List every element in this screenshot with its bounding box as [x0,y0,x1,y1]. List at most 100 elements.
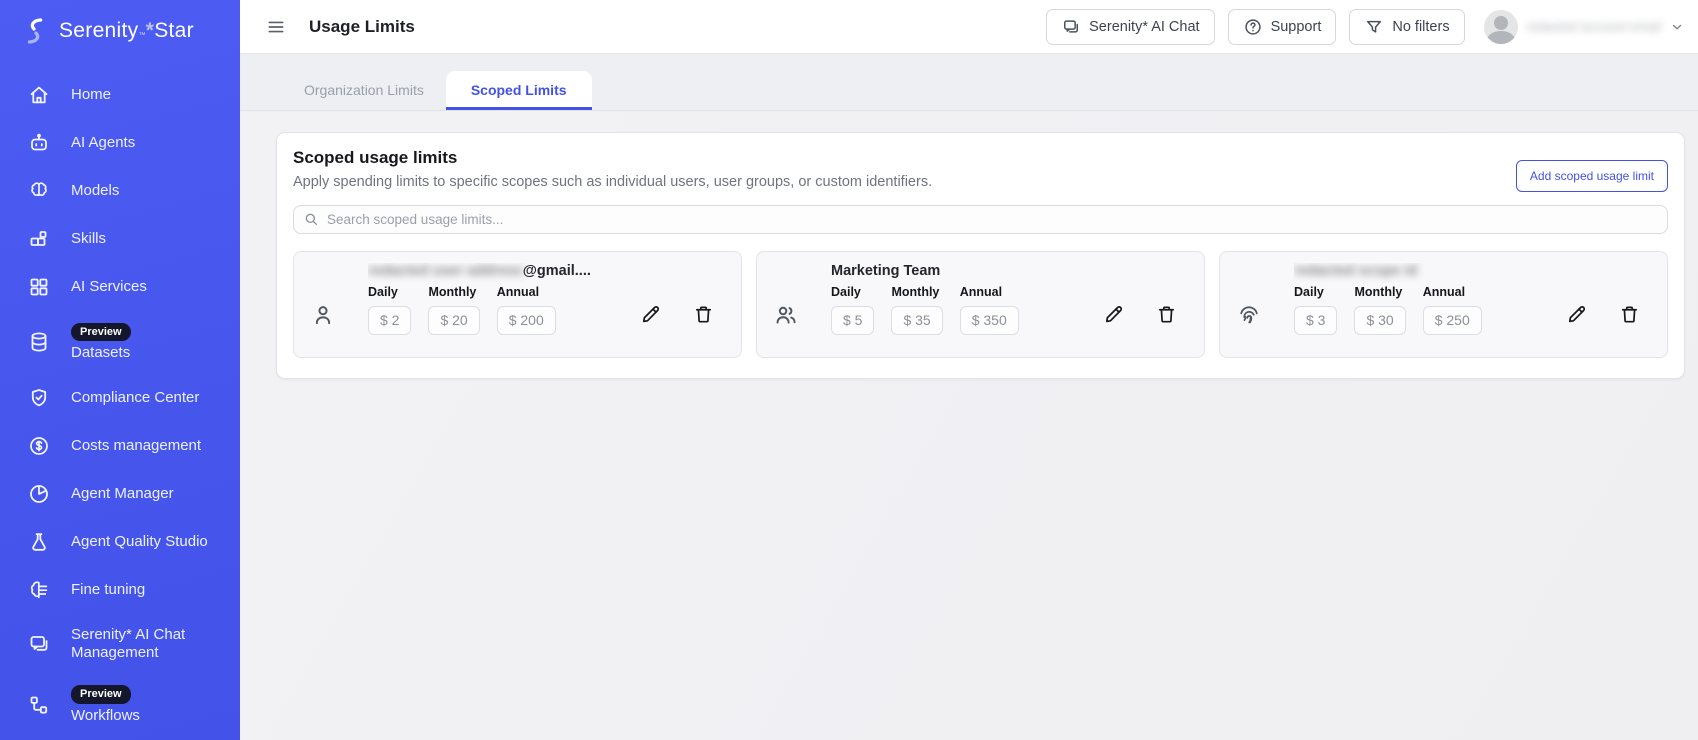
fine-tune-icon [30,581,48,599]
panel-header: Scoped usage limits Apply spending limit… [293,148,1668,192]
annual-limit-value: $ 350 [959,306,1019,335]
sidebar-item-models[interactable]: Models [0,167,240,215]
sidebar-item-ai-services[interactable]: AI Services [0,263,240,311]
daily-label: Daily [831,285,861,299]
pencil-icon [1105,305,1123,323]
search-bar [293,205,1668,234]
daily-label: Daily [368,285,398,299]
sidebar-item-fine-tuning[interactable]: Fine tuning [0,566,240,614]
tab-strip: Organization Limits Scoped Limits [240,54,1698,111]
users-icon [776,306,796,324]
sidebar-item-label: AI Agents [71,134,136,152]
scope-title: redacted user address@gmail.... [368,263,591,279]
sidebar-item-label: AI Services [71,278,147,296]
avatar [1483,9,1518,44]
top-header: Usage Limits Serenity* AI Chat Support N… [240,0,1698,54]
sidebar-item-agent-manager[interactable]: Agent Manager [0,470,240,518]
scoped-limit-card-user: redacted user address@gmail.... Daily $ … [293,251,742,358]
button-label: Support [1270,18,1322,35]
daily-limit-value: $ 2 [368,306,412,335]
monthly-limit-value: $ 35 [891,306,943,335]
user-email-redacted: redacted account email [1526,19,1661,34]
scope-title: redacted scope id [1294,263,1653,283]
trash-icon [1158,306,1175,323]
chat-icon [1064,19,1079,33]
menu-toggle-icon[interactable] [266,17,286,37]
content-area: Scoped usage limits Apply spending limit… [240,112,1698,740]
sidebar-item-skills[interactable]: Skills [0,215,240,263]
monthly-label: Monthly [428,285,477,299]
delete-button[interactable] [692,303,715,329]
sidebar-item-label: Fine tuning [71,581,146,599]
user-menu[interactable]: redacted account email [1483,9,1684,44]
sidebar-item-costs-management[interactable]: Costs management [0,422,240,470]
sidebar: Serenity™*Star Home AI Agents Models Ski… [0,0,240,740]
delete-button[interactable] [1155,303,1178,329]
panel-title: Scoped usage limits [293,148,458,167]
preview-badge: Preview [71,323,131,342]
serenity-ai-chat-button[interactable]: Serenity* AI Chat [1046,8,1215,45]
sidebar-item-ai-agents[interactable]: AI Agents [0,119,240,167]
daily-limit-value: $ 5 [831,306,875,335]
annual-label: Annual [1422,285,1466,299]
support-button[interactable]: Support [1227,8,1337,45]
sidebar-item-compliance-center[interactable]: Compliance Center [0,374,240,422]
pencil-icon [642,305,660,323]
edit-button[interactable] [1565,303,1588,329]
sidebar-item-label: Agent Quality Studio [71,533,208,551]
annual-label: Annual [959,285,1003,299]
edit-button[interactable] [639,303,662,329]
search-input[interactable] [293,205,1668,234]
sidebar-item-home[interactable]: Home [0,71,240,119]
sidebar-item-label: Skills [71,230,107,248]
button-label: Serenity* AI Chat [1089,18,1200,35]
sidebar-item-workflows[interactable]: Preview Workflows [0,673,240,736]
delete-button[interactable] [1618,303,1641,329]
tab-scoped-limits[interactable]: Scoped Limits [445,71,592,110]
sidebar-item-label: Workflows [71,706,140,724]
dollar-circle-icon [30,437,48,455]
tab-organization-limits[interactable]: Organization Limits [282,71,446,110]
sidebar-item-label: Costs management [71,437,202,455]
serenity-star-logo-icon [27,18,43,44]
scope-title-redacted: redacted scope id [1294,263,1418,279]
skills-icon [30,231,47,246]
page-title: Usage Limits [309,16,415,36]
pie-chart-icon [30,485,48,503]
annual-label: Annual [496,285,540,299]
edit-button[interactable] [1102,303,1125,329]
scoped-limit-cards: redacted user address@gmail.... Daily $ … [293,251,1668,358]
home-icon [30,86,48,104]
preview-badge: Preview [71,685,131,704]
sidebar-item-serenity-ai-chat-management[interactable]: Serenity* AI Chat Management [0,614,240,673]
brand-logo[interactable]: Serenity™*Star [0,0,240,55]
header-actions: Serenity* AI Chat Support No filters red… [1046,8,1684,45]
annual-limit-value: $ 250 [1422,306,1482,335]
filters-button[interactable]: No filters [1349,8,1465,45]
sidebar-item-label: Serenity* AI Chat Management [71,625,186,661]
grid-icon [30,278,48,296]
monthly-label: Monthly [891,285,940,299]
sidebar-item-agent-quality-studio[interactable]: Agent Quality Studio [0,518,240,566]
chat-icon [30,635,48,651]
sidebar-item-label: Agent Manager [71,485,174,503]
daily-limit-value: $ 3 [1294,306,1338,335]
scope-title: Marketing Team [831,263,941,279]
sidebar-item-datasets[interactable]: Preview Datasets [0,311,240,374]
scoped-limit-card-marketing-team: Marketing Team Daily $ 5 Monthly $ 35 An… [756,251,1205,358]
sidebar-item-label: Compliance Center [71,389,200,407]
annual-limit-value: $ 200 [496,306,556,335]
daily-label: Daily [1294,285,1324,299]
sidebar-item-label: Datasets [71,344,131,362]
pencil-icon [1568,305,1586,323]
sidebar-item-label: Models [71,182,120,200]
sidebar-nav: Home AI Agents Models Skills AI Services… [0,55,240,736]
flask-icon [32,533,46,551]
scoped-limits-panel: Scoped usage limits Apply spending limit… [276,132,1685,379]
monthly-limit-value: $ 30 [1354,306,1406,335]
funnel-icon [1367,20,1382,33]
add-scoped-usage-limit-button[interactable]: Add scoped usage limit [1515,160,1668,192]
trash-icon [1621,306,1638,323]
user-icon [315,306,331,325]
brain-icon [31,182,47,197]
